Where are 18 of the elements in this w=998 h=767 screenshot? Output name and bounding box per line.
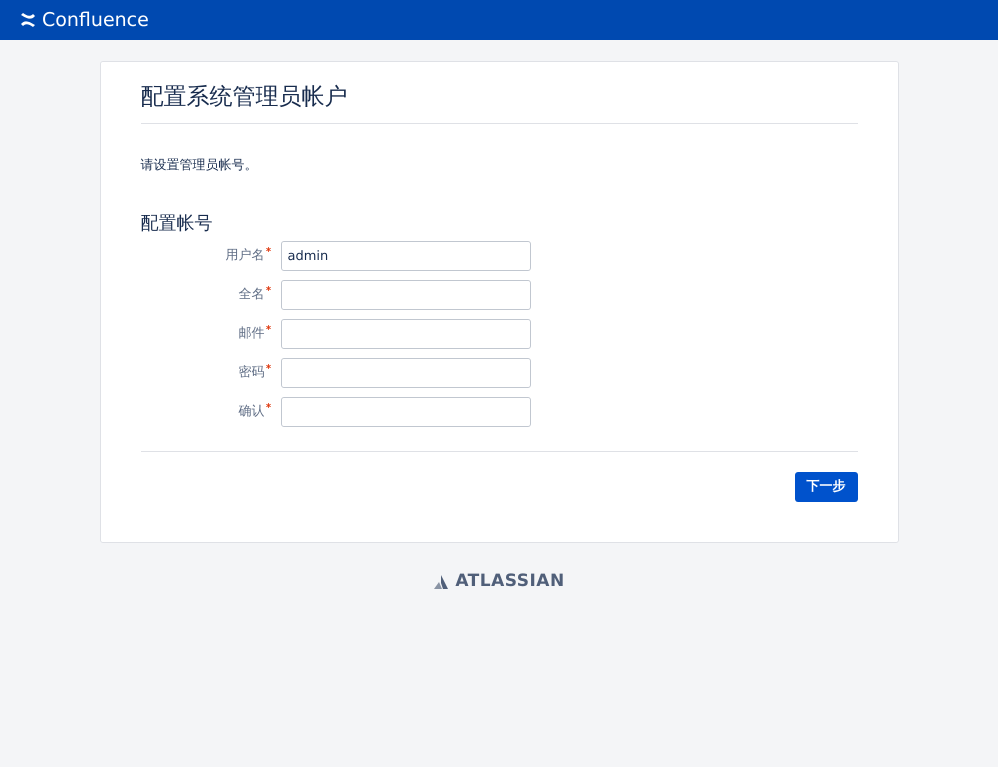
text-field[interactable] bbox=[280, 358, 530, 388]
product-name[interactable]: Confluence bbox=[42, 10, 149, 30]
field-label: 确认 bbox=[238, 403, 264, 422]
section-title: 配置帐号 bbox=[140, 212, 214, 236]
field-label: 全名 bbox=[238, 286, 264, 304]
atlassian-logo-icon bbox=[433, 574, 450, 590]
field-label: 用户名 bbox=[226, 247, 264, 266]
next-button[interactable]: 下一步 bbox=[794, 472, 858, 502]
text-field[interactable] bbox=[280, 319, 530, 349]
text-field[interactable] bbox=[280, 397, 530, 427]
text-field[interactable] bbox=[280, 280, 530, 310]
page-title: 配置系统管理员帐户 bbox=[140, 83, 348, 112]
text-field[interactable]: admin bbox=[280, 241, 530, 271]
brand-name: ATLASSIAN bbox=[455, 570, 565, 593]
field-label: 密码 bbox=[238, 364, 264, 382]
field-label: 邮件 bbox=[238, 325, 264, 344]
intro-text: 请设置管理员帐号。 bbox=[140, 156, 258, 174]
confluence-logo-icon bbox=[20, 13, 36, 27]
